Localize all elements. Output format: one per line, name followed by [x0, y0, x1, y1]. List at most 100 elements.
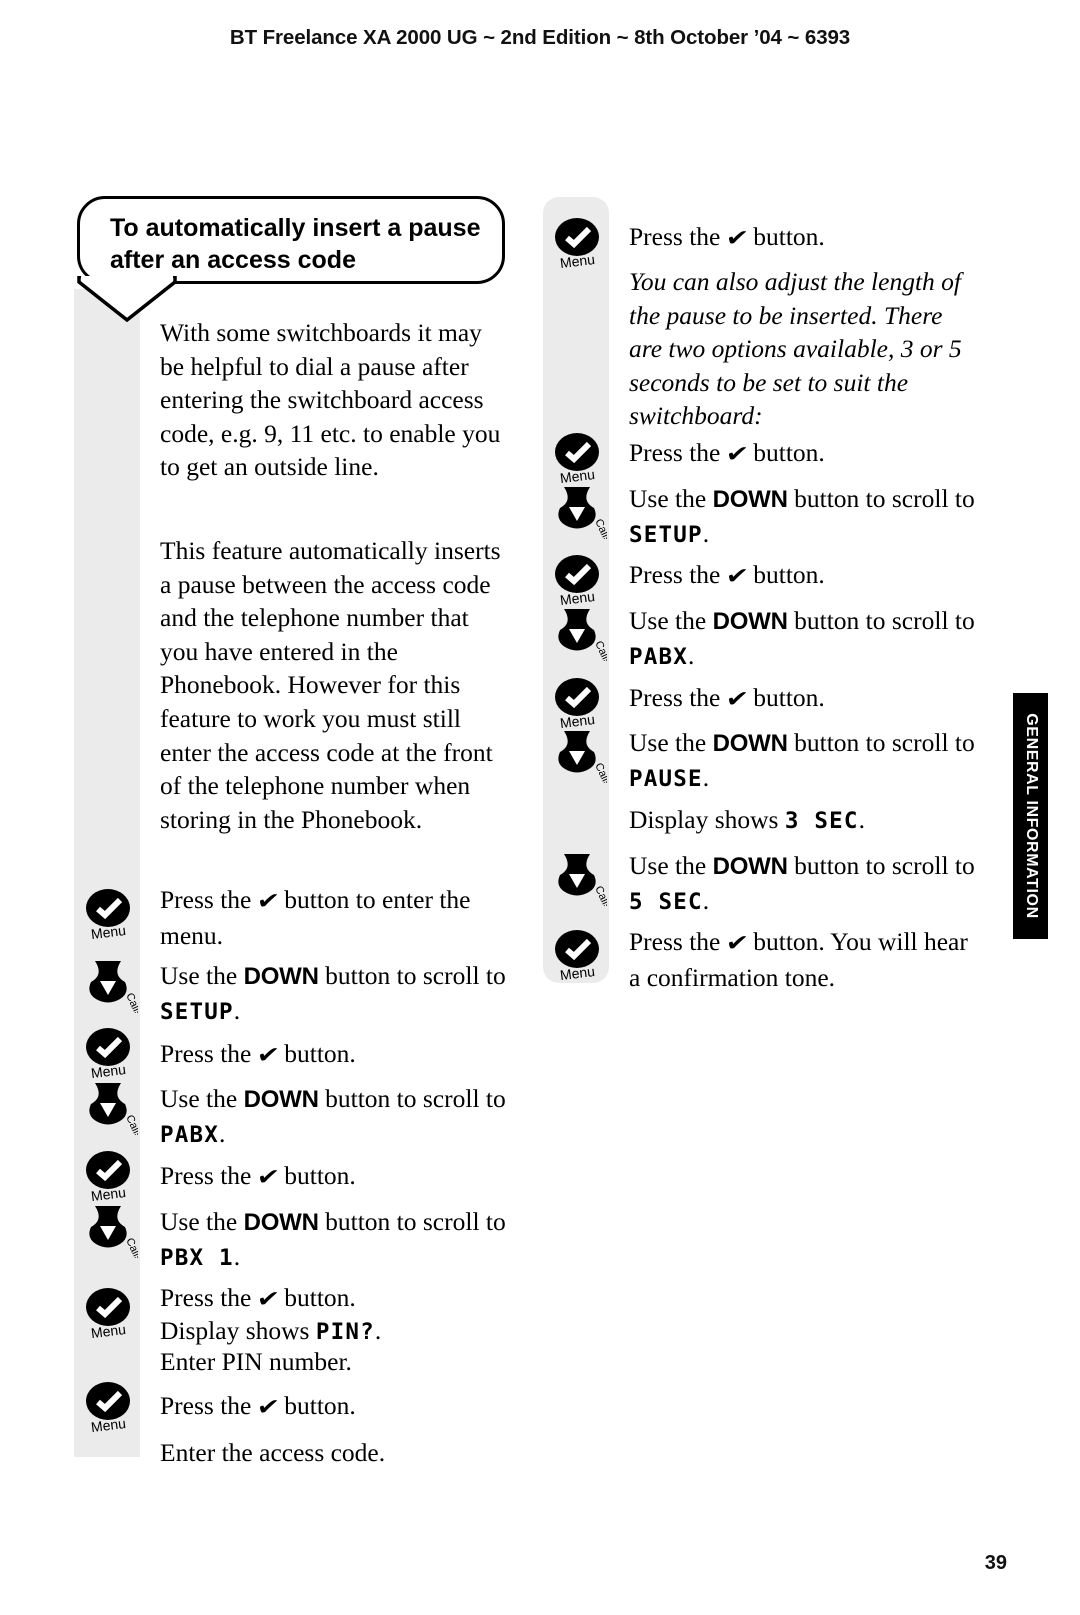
left-step-7: Press the ✔ button. — [160, 1281, 512, 1317]
down-button-icon: Calls — [549, 848, 607, 906]
right-step-4-lcd: SETUP — [629, 521, 703, 548]
svg-text:Calls: Calls — [123, 991, 138, 1013]
right-step-10-strong: DOWN — [712, 853, 788, 880]
right-step-6-mid: button to scroll to — [787, 606, 975, 635]
left-step-10-post: button. — [277, 1391, 356, 1420]
menu-button-icon: Menu — [80, 1377, 138, 1435]
menu-button-icon: Menu — [80, 1146, 138, 1204]
right-step-8-lcd: PAUSE — [629, 765, 703, 792]
page-number: 39 — [984, 1552, 1007, 1574]
right-step-5-post: button. — [746, 560, 825, 589]
right-step-5-pre: Press the — [629, 560, 727, 589]
svg-text:Calls: Calls — [592, 884, 607, 906]
left-step-7-pre: Press the — [160, 1283, 258, 1312]
left-step-10-pre: Press the — [160, 1391, 258, 1420]
right-step-10-lcd: 5 SEC — [629, 888, 703, 915]
right-step-9-pre: Display shows — [629, 805, 785, 834]
right-step-3-post: button. — [746, 438, 825, 467]
callout-line-1: To automatically insert a pause — [110, 214, 481, 242]
svg-text:Calls: Calls — [123, 1113, 138, 1135]
left-step-2-mid: button to scroll to — [318, 961, 506, 990]
left-step-4: Use the DOWN button to scroll to PABX. — [160, 1082, 512, 1152]
left-step-6-post: . — [233, 1241, 241, 1271]
left-step-7-post: button. — [277, 1283, 356, 1312]
menu-button-icon: Menu — [80, 1023, 138, 1081]
right-step-11-pre: Press the — [629, 927, 727, 956]
section-title-callout: To automatically insert a pause after an… — [77, 196, 505, 284]
right-step-9-lcd: 3 SEC — [784, 808, 859, 834]
left-step-8-lcd: PIN? — [315, 1319, 375, 1345]
right-step-6-lcd: PABX — [629, 643, 688, 670]
right-step-6-post: . — [688, 640, 695, 670]
left-paragraph-2: This feature automatically inserts a pau… — [160, 536, 501, 834]
menu-button-icon: Menu — [80, 884, 138, 942]
left-step-5: Press the ✔ button. — [160, 1159, 512, 1195]
left-step-10: Press the ✔ button. — [160, 1389, 512, 1425]
svg-text:Calls: Calls — [592, 761, 607, 783]
left-step-5-pre: Press the — [160, 1161, 258, 1190]
right-step-4-strong: DOWN — [712, 486, 788, 513]
right-step-3: Press the ✔ button. — [629, 436, 981, 472]
right-step-8-pre: Use the — [629, 728, 713, 757]
left-step-4-pre: Use the — [160, 1084, 244, 1113]
check-glyph-icon: ✔ — [724, 224, 750, 252]
left-step-6: Use the DOWN button to scroll to PBX 1. — [160, 1205, 512, 1275]
manual-page: BT Freelance XA 2000 UG ~ 2nd Edition ~ … — [0, 0, 1080, 1615]
right-step-4-post: . — [702, 518, 710, 548]
left-paragraph-1: With some switchboards it may be helpful… — [160, 318, 501, 482]
right-step-4-mid: button to scroll to — [787, 484, 975, 513]
right-step-1-pre: Press the — [629, 222, 727, 251]
right-step-9-post: . — [858, 805, 865, 834]
right-step-8-strong: DOWN — [712, 730, 788, 757]
menu-button-icon: Menu — [549, 673, 607, 731]
svg-text:Calls: Calls — [592, 639, 607, 661]
down-button-icon: Calls — [549, 481, 607, 539]
left-step-1-pre: Press the — [160, 885, 258, 914]
right-step-10-mid: button to scroll to — [787, 851, 975, 880]
check-glyph-icon: ✔ — [255, 887, 281, 915]
right-step-4: Use the DOWN button to scroll to SETUP. — [629, 482, 981, 552]
callout-line-2: after an access code — [110, 246, 356, 274]
down-button-icon: Calls — [549, 603, 607, 661]
right-step-6-pre: Use the — [629, 606, 713, 635]
right-step-11: Press the ✔ button. You will hear a conf… — [629, 925, 981, 994]
left-step-6-mid: button to scroll to — [318, 1207, 506, 1236]
menu-button-icon: Menu — [549, 213, 607, 271]
right-step-9: Display shows 3 SEC. — [629, 803, 981, 839]
section-thumb-tab: GENERAL INFORMATION — [1013, 693, 1048, 939]
left-step-2-pre: Use the — [160, 961, 244, 990]
down-button-icon: Calls — [80, 1200, 138, 1258]
menu-button-icon: Menu — [549, 550, 607, 608]
left-step-9: Enter PIN number. — [160, 1347, 352, 1376]
right-step-1-post: button. — [746, 222, 825, 251]
left-step-6-pre: Use the — [160, 1207, 244, 1236]
right-step-6-strong: DOWN — [712, 608, 788, 635]
left-step-1: Press the ✔ button to enter the menu. — [160, 883, 512, 952]
left-step-6-strong: DOWN — [243, 1209, 319, 1236]
thumb-tab-label: GENERAL INFORMATION — [1022, 713, 1040, 919]
menu-button-icon: Menu — [549, 925, 607, 983]
left-step-4-post: . — [219, 1118, 226, 1148]
check-glyph-icon: ✔ — [724, 685, 750, 713]
svg-text:Calls: Calls — [123, 1236, 138, 1258]
left-step-2-lcd: SETUP — [160, 998, 234, 1025]
menu-button-icon: Menu — [80, 1283, 138, 1341]
svg-text:Menu: Menu — [90, 922, 127, 942]
right-step-10: Use the DOWN button to scroll to 5 SEC. — [629, 849, 981, 919]
right-step-6: Use the DOWN button to scroll to PABX. — [629, 604, 981, 674]
left-step-3: Press the ✔ button. — [160, 1037, 512, 1073]
left-step-2-post: . — [233, 995, 241, 1025]
left-step-5-post: button. — [277, 1161, 356, 1190]
right-step-7-pre: Press the — [629, 683, 727, 712]
svg-text:Menu: Menu — [90, 1321, 127, 1341]
left-step-8-post: . — [374, 1316, 382, 1345]
check-glyph-icon: ✔ — [724, 440, 750, 468]
running-header: BT Freelance XA 2000 UG ~ 2nd Edition ~ … — [229, 26, 851, 49]
right-step-4-pre: Use the — [629, 484, 713, 513]
check-glyph-icon: ✔ — [255, 1041, 281, 1069]
left-step-2-strong: DOWN — [243, 963, 319, 990]
right-step-7: Press the ✔ button. — [629, 681, 981, 717]
right-step-3-pre: Press the — [629, 438, 727, 467]
down-button-icon: Calls — [80, 1077, 138, 1135]
left-step-6-lcd: PBX 1 — [160, 1244, 234, 1271]
